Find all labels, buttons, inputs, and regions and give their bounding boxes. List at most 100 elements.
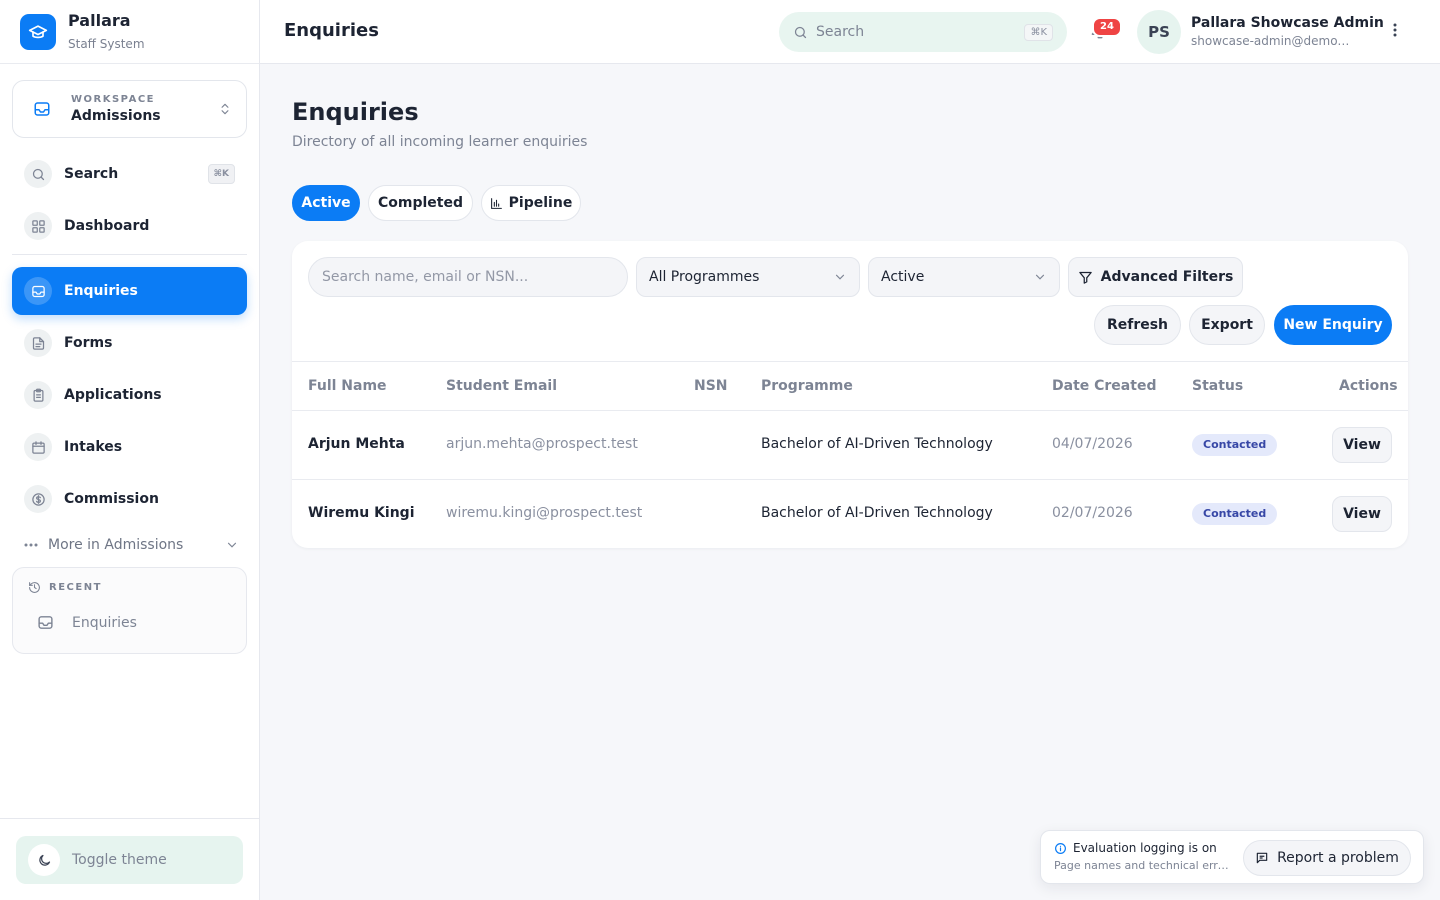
sidebar: Pallara Staff System WORKSPACE Admission… bbox=[0, 0, 260, 900]
sidebar-item-enquiries[interactable]: Enquiries bbox=[12, 267, 247, 315]
history-icon bbox=[28, 581, 49, 594]
cell-programme: Bachelor of AI-Driven Technology bbox=[761, 505, 993, 521]
column-header[interactable]: NSN bbox=[694, 378, 728, 394]
recent-item-enquiries[interactable]: Enquiries bbox=[37, 614, 137, 631]
column-header[interactable]: Full Name bbox=[308, 378, 387, 394]
column-header[interactable]: Date Created bbox=[1052, 378, 1156, 394]
page-title: Enquiries bbox=[292, 98, 419, 126]
tab-completed[interactable]: Completed bbox=[368, 185, 473, 221]
advanced-filters-button[interactable]: Advanced Filters bbox=[1068, 257, 1243, 297]
recent-label: RECENT bbox=[49, 582, 102, 593]
notification-badge: 24 bbox=[1092, 17, 1122, 37]
shortcut-hint: ⌘K bbox=[207, 164, 235, 184]
new-enquiry-button[interactable]: New Enquiry bbox=[1274, 305, 1392, 345]
select-value: All Programmes bbox=[649, 269, 760, 285]
cell-date-created: 02/07/2026 bbox=[1052, 505, 1133, 521]
sidebar-item-forms[interactable]: Forms bbox=[12, 319, 247, 367]
sidebar-item-search[interactable]: Search ⌘K bbox=[12, 150, 247, 198]
cell-email: arjun.mehta@prospect.test bbox=[446, 436, 638, 452]
tab-label: Active bbox=[301, 195, 351, 211]
recent-item-label: Enquiries bbox=[72, 614, 137, 631]
toggle-theme-button[interactable]: Toggle theme bbox=[16, 836, 243, 884]
recent-header: RECENT bbox=[28, 581, 102, 594]
dashboard-icon bbox=[24, 212, 52, 240]
divider bbox=[12, 254, 247, 255]
cell-programme: Bachelor of AI-Driven Technology bbox=[761, 436, 993, 452]
report-problem-button[interactable]: Report a problem bbox=[1243, 840, 1411, 876]
header-title: Enquiries bbox=[284, 20, 379, 41]
evaluation-title-text: Evaluation logging is on bbox=[1073, 841, 1217, 855]
sidebar-item-applications[interactable]: Applications bbox=[12, 371, 247, 419]
enquiries-card: Search name, email or NSN... All Program… bbox=[292, 241, 1408, 548]
top-bar: Enquiries Search ⌘K 24 PS Pallara Showca… bbox=[260, 0, 1440, 64]
filter-icon bbox=[1078, 270, 1101, 285]
column-header[interactable]: Programme bbox=[761, 378, 853, 394]
message-icon bbox=[1255, 851, 1277, 865]
tab-active[interactable]: Active bbox=[292, 185, 360, 221]
table-row[interactable]: Wiremu Kingi wiremu.kingi@prospect.test … bbox=[292, 480, 1408, 549]
column-header[interactable]: Status bbox=[1192, 378, 1243, 394]
tab-label: Completed bbox=[377, 195, 463, 211]
programme-select[interactable]: All Programmes bbox=[636, 257, 860, 297]
tab-pipeline[interactable]: Pipeline bbox=[481, 185, 581, 221]
calendar-icon bbox=[24, 433, 52, 461]
info-icon bbox=[1054, 842, 1073, 855]
divider bbox=[0, 818, 259, 819]
button-label: New Enquiry bbox=[1283, 317, 1383, 333]
evaluation-subtitle: Page names and technical errors are reco… bbox=[1054, 859, 1232, 872]
cell-full-name: Wiremu Kingi bbox=[308, 505, 415, 521]
page-subtitle: Directory of all incoming learner enquir… bbox=[292, 134, 588, 150]
button-label: Report a problem bbox=[1277, 850, 1399, 866]
global-search-input[interactable]: Search ⌘K bbox=[779, 12, 1067, 52]
workspace-name: Admissions bbox=[71, 108, 161, 124]
tab-label: Pipeline bbox=[508, 195, 573, 211]
more-in-admissions-toggle[interactable]: More in Admissions bbox=[24, 533, 239, 557]
chevron-down-icon bbox=[225, 538, 239, 552]
search-icon bbox=[24, 160, 52, 188]
bar-chart-icon bbox=[490, 197, 509, 210]
search-placeholder: Search bbox=[816, 24, 865, 40]
sidebar-item-label: Enquiries bbox=[64, 283, 138, 299]
evaluation-title: Evaluation logging is on bbox=[1054, 841, 1217, 855]
brand[interactable]: Pallara Staff System bbox=[0, 0, 259, 64]
chevron-up-down-icon bbox=[218, 102, 232, 116]
search-input[interactable]: Search name, email or NSN... bbox=[308, 257, 628, 297]
inbox-icon bbox=[37, 614, 72, 631]
search-icon bbox=[793, 25, 816, 40]
sidebar-item-intakes[interactable]: Intakes bbox=[12, 423, 247, 471]
sidebar-item-label: Intakes bbox=[64, 439, 123, 455]
shortcut-hint: ⌘K bbox=[1024, 23, 1053, 41]
avatar[interactable]: PS bbox=[1137, 10, 1181, 54]
column-header[interactable]: Student Email bbox=[446, 378, 557, 394]
view-button[interactable]: View bbox=[1332, 427, 1392, 463]
chevron-down-icon bbox=[1033, 270, 1047, 284]
user-name: Pallara Showcase Admin bbox=[1191, 15, 1384, 31]
button-label: Refresh bbox=[1106, 317, 1169, 333]
cell-date-created: 04/07/2026 bbox=[1052, 436, 1133, 452]
clipboard-icon bbox=[24, 381, 52, 409]
document-icon bbox=[24, 329, 52, 357]
table-header: Full Name Student Email NSN Programme Da… bbox=[292, 361, 1408, 411]
graduation-cap-icon bbox=[20, 13, 56, 50]
view-button[interactable]: View bbox=[1332, 496, 1392, 532]
status-select[interactable]: Active bbox=[868, 257, 1060, 297]
status-badge: Contacted bbox=[1192, 434, 1278, 456]
sidebar-item-label: Search bbox=[64, 166, 119, 182]
inbox-icon bbox=[24, 277, 52, 305]
chevron-down-icon bbox=[833, 270, 847, 284]
workspace-switcher[interactable]: WORKSPACE Admissions bbox=[12, 80, 247, 138]
brand-subtitle: Staff System bbox=[68, 36, 145, 51]
kebab-menu-icon[interactable] bbox=[1393, 22, 1397, 38]
refresh-button[interactable]: Refresh bbox=[1094, 305, 1181, 345]
sidebar-item-label: Applications bbox=[64, 387, 162, 403]
user-email: showcase-admin@demo.pallara.test bbox=[1191, 34, 1351, 48]
column-header: Actions bbox=[1339, 378, 1398, 394]
table-row[interactable]: Arjun Mehta arjun.mehta@prospect.test Ba… bbox=[292, 411, 1408, 480]
brand-name: Pallara bbox=[68, 10, 131, 30]
button-label: Export bbox=[1201, 317, 1253, 333]
sidebar-item-commission[interactable]: Commission bbox=[12, 475, 247, 523]
sidebar-item-dashboard[interactable]: Dashboard bbox=[12, 202, 247, 250]
status-badge: Contacted bbox=[1192, 503, 1278, 525]
moon-icon bbox=[28, 844, 60, 876]
export-button[interactable]: Export bbox=[1189, 305, 1265, 345]
